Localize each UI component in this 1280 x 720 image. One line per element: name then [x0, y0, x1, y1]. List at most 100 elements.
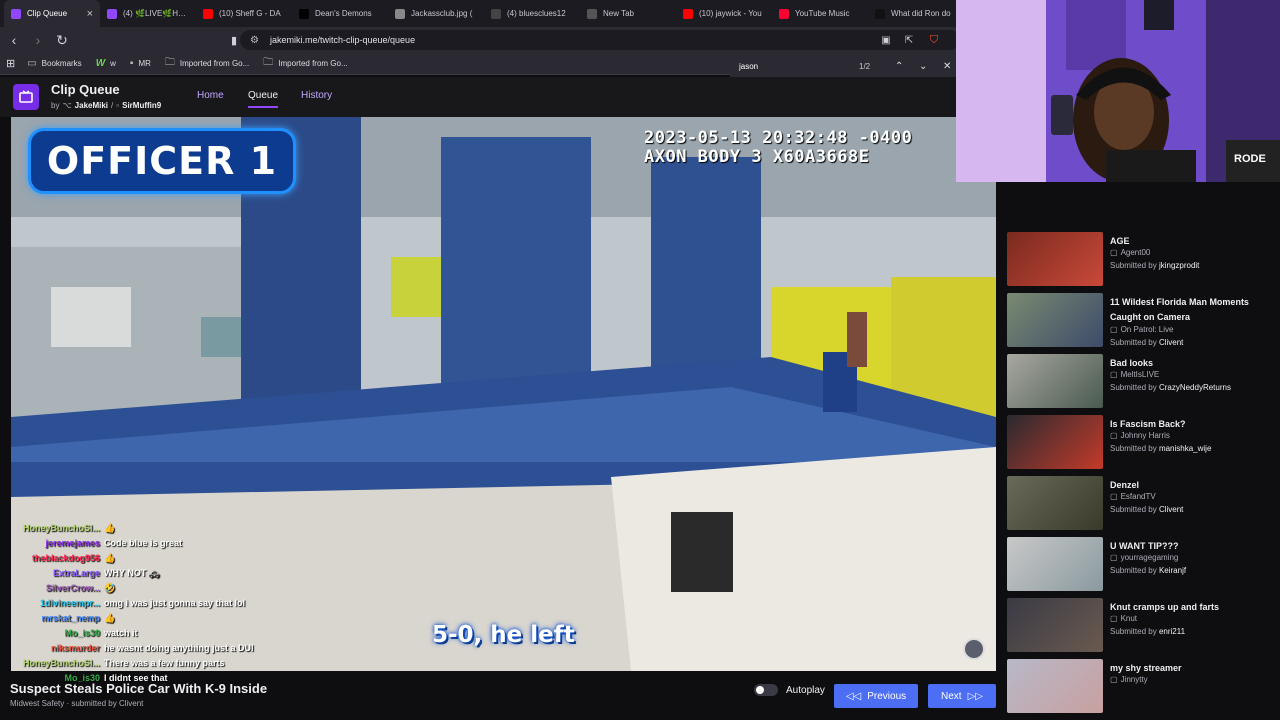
queue-item[interactable]: Denzel ▢ EsfandTV Submitted by Clivent	[1006, 476, 1280, 533]
w-logo-icon: W	[95, 58, 106, 69]
bookmark-item-w[interactable]: Ww	[96, 58, 116, 69]
author-link[interactable]: JakeMiki	[75, 101, 108, 110]
reader-view-icon[interactable]: ▣	[876, 30, 896, 50]
officer-badge: OFFICER 1	[28, 128, 296, 194]
queue-item-thumbnail[interactable]	[1007, 537, 1103, 591]
nav-queue[interactable]: Queue	[248, 90, 279, 108]
queue-item-channel: ▢ On Patrol: Live	[1110, 325, 1174, 334]
browser-tab[interactable]: (4) 🌿LIVE🌿HER	[100, 0, 196, 27]
chat-message: jeremejames Code blue is great	[0, 538, 265, 549]
queue-item-thumbnail[interactable]	[1007, 659, 1103, 713]
next-button[interactable]: Next ▷▷	[928, 684, 996, 708]
tab-title: (4) 🌿LIVE🌿HER	[123, 9, 189, 18]
queue-item-channel: ▢ Johnny Harris	[1110, 431, 1170, 440]
bodycam-timestamp: 2023-05-13 20:32:48 -0400	[644, 128, 913, 148]
queue-item[interactable]: Bad looks ▢ MeltIsLIVE Submitted by CrazyNe…	[1006, 354, 1280, 411]
site-settings-icon[interactable]: ⚙	[250, 35, 259, 46]
chat-message: niksmurder he wasnt doing anything just a…	[0, 643, 265, 654]
reload-icon[interactable]: ↻	[52, 30, 72, 50]
channel-icon: ▢	[1110, 614, 1118, 623]
find-prev-icon[interactable]: ⌃	[895, 61, 903, 72]
chat-text: 👍	[104, 553, 116, 563]
bookmark-item-bookmarks[interactable]: ▭ Bookmarks	[27, 58, 81, 69]
queue-item-thumbnail[interactable]	[1007, 415, 1103, 469]
queue-item-title: Is Fascism Back?	[1110, 419, 1186, 429]
twitch-icon: ▫	[116, 101, 120, 110]
bookmark-item-mr[interactable]: ▪ MR	[130, 58, 151, 69]
address-bar[interactable]: ⚙ jakemiki.me/twitch-clip-queue/queue	[240, 30, 960, 50]
chat-text: he wasnt doing anything just a DUI	[104, 643, 254, 653]
chat-username[interactable]: jeremejames	[0, 538, 104, 549]
queue-item-thumbnail[interactable]	[1007, 354, 1103, 408]
url-text: jakemiki.me/twitch-clip-queue/queue	[270, 35, 416, 45]
browser-tab[interactable]: Dean's Demons	[292, 0, 388, 27]
autoplay-switch[interactable]	[754, 684, 778, 696]
tab-title: YouTube Music	[795, 9, 850, 18]
mic-brand: RODE	[1234, 153, 1266, 165]
browser-tab[interactable]: New Tab	[580, 0, 676, 27]
clip-queue-logo-icon[interactable]	[13, 84, 39, 110]
chat-message: ExtraLarge WHY NOT 🚓	[0, 568, 265, 579]
browser-tab[interactable]: Jackassclub.jpg (	[388, 0, 484, 27]
bodycam-overlay: 2023-05-13 20:32:48 -0400 AXON BODY 3 X6…	[644, 129, 912, 167]
queue-item[interactable]: Is Fascism Back? ▢ Johnny Harris Submitted …	[1006, 415, 1280, 472]
browser-tab[interactable]: (4) bluesclues12	[484, 0, 580, 27]
author-link[interactable]: SirMuffin9	[122, 101, 161, 110]
back-icon[interactable]: ‹	[4, 30, 24, 50]
nav-home[interactable]: Home	[197, 90, 224, 101]
queue-item[interactable]: Knut cramps up and farts ▢ Knut Submitted b…	[1006, 598, 1280, 655]
tab-favicon-icon	[875, 8, 885, 19]
queue-item-thumbnail[interactable]	[1007, 476, 1103, 530]
chat-username[interactable]: HoneyBunchoSl...	[0, 658, 104, 669]
bookmark-item-imported-2[interactable]: 🗀 Imported from Go...	[263, 55, 347, 72]
queue-item-channel: ▢ EsfandTV	[1110, 492, 1156, 501]
current-clip-info: Suspect Steals Police Car With K-9 Insid…	[10, 681, 267, 708]
chat-text: There was a few funny parts	[104, 658, 225, 668]
find-next-icon[interactable]: ⌄	[919, 61, 927, 72]
channel-icon: ▢	[1110, 248, 1118, 257]
tab-title: Jackassclub.jpg (	[411, 9, 473, 18]
chat-text: WHY NOT 🚓	[104, 568, 161, 578]
queue-item[interactable]: U WANT TIP??? ▢ yourragegaming Submitted by…	[1006, 537, 1280, 594]
chat-username[interactable]: mrskat_nemp	[0, 613, 104, 624]
browser-tab[interactable]: What did Ron do	[868, 0, 964, 27]
brave-shield-icon[interactable]: ⛉	[924, 30, 944, 50]
browser-tab[interactable]: YouTube Music	[772, 0, 868, 27]
bookmark-item-imported-1[interactable]: 🗀 Imported from Go...	[165, 55, 249, 72]
queue-item-channel: ▢ Agent00	[1110, 248, 1151, 257]
app-title: Clip Queue	[51, 82, 120, 97]
chat-username[interactable]: Mo_is30	[0, 628, 104, 639]
queue-item-thumbnail[interactable]	[1007, 293, 1103, 347]
folder-icon: 🗀	[164, 57, 175, 68]
tab-favicon-icon	[11, 8, 21, 19]
browser-tab[interactable]: Clip Queue ×	[4, 0, 100, 27]
find-close-icon[interactable]: ✕	[943, 61, 951, 72]
queue-item[interactable]: AGE ▢ Agent00 Submitted by jkingzprodit	[1006, 232, 1280, 289]
forward-icon[interactable]: ›	[28, 30, 48, 50]
queue-item-title: AGE	[1110, 236, 1130, 246]
tab-title: What did Ron do	[891, 9, 951, 18]
tab-title: (10) Sheff G - DA	[219, 9, 281, 18]
nav-history[interactable]: History	[301, 90, 332, 101]
share-icon[interactable]: ⇱	[899, 30, 919, 50]
queue-item[interactable]: 11 Wildest Florida Man Moments Caught on…	[1006, 293, 1280, 350]
chat-username[interactable]: theblackdog956	[0, 553, 104, 564]
queue-item-thumbnail[interactable]	[1007, 232, 1103, 286]
chat-username[interactable]: niksmurder	[0, 643, 104, 654]
tab-close-icon[interactable]: ×	[87, 8, 93, 20]
autoplay-toggle[interactable]: Autoplay	[754, 684, 825, 696]
chat-username[interactable]: HoneyBunchoSl...	[0, 523, 104, 534]
chat-username[interactable]: 1divineempr...	[0, 598, 104, 609]
apps-icon[interactable]: ⊞	[6, 57, 15, 70]
find-input[interactable]: jason	[739, 62, 758, 71]
tab-title: (10) jaywick - You	[699, 9, 762, 18]
browser-tab[interactable]: (10) Sheff G - DA	[196, 0, 292, 27]
chat-username[interactable]: SilverCrow...	[0, 583, 104, 594]
queue-item[interactable]: my shy streamer ▢ Jinnytty	[1006, 659, 1280, 716]
chat-username[interactable]: ExtraLarge	[0, 568, 104, 579]
browser-tab[interactable]: (10) jaywick - You	[676, 0, 772, 27]
previous-button[interactable]: ◁◁ Previous	[834, 684, 918, 708]
queue-item-thumbnail[interactable]	[1007, 598, 1103, 652]
webcam-scene: RODE	[956, 0, 1280, 182]
chat-message: HoneyBunchoSl... 👍	[0, 523, 265, 534]
